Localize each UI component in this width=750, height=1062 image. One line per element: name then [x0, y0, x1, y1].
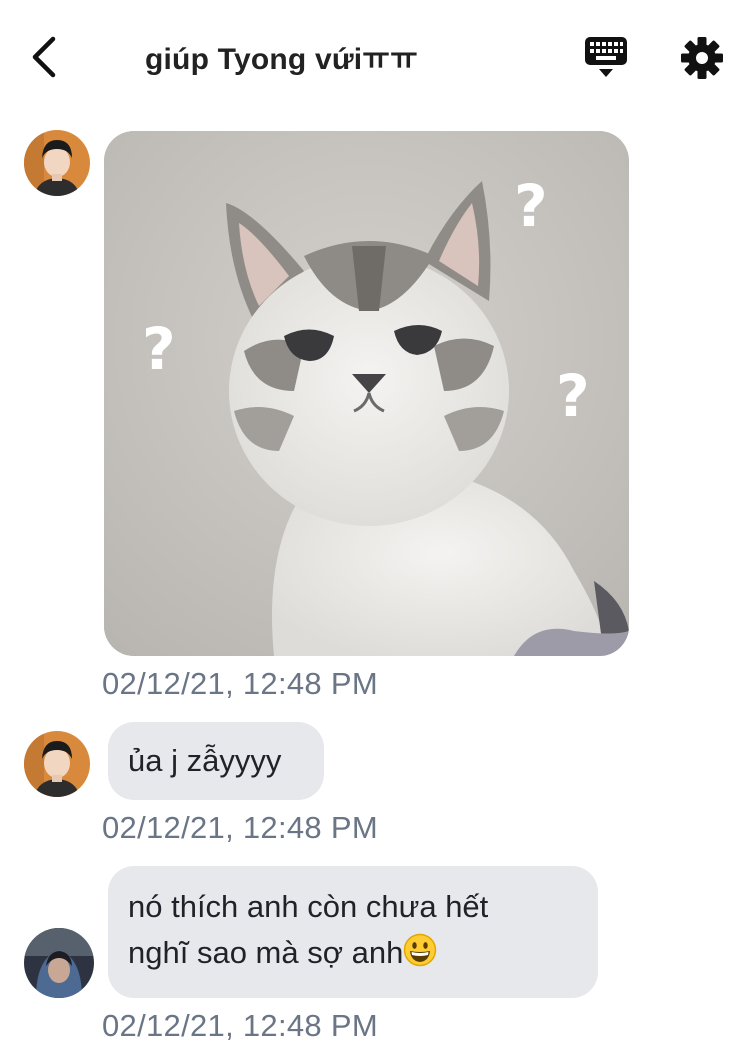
image-message[interactable]: ? ? ?: [104, 131, 629, 656]
message-text: ủa j zẫyyyy: [128, 743, 282, 778]
chat-title: giúp Tyong vứiㅠㅠ: [145, 43, 418, 76]
keyboard-button[interactable]: [582, 34, 630, 80]
message-timestamp: 02/12/21, 12:48 PM: [102, 1008, 378, 1043]
message-text-line-1: nó thích anh còn chưa hết: [128, 889, 489, 924]
message-text-line-2-text: nghĩ sao mà sợ anh: [128, 935, 404, 970]
message-bubble[interactable]: nó thích anh còn chưa hết nghĩ sao mà sợ…: [108, 866, 598, 998]
sender-avatar[interactable]: [24, 731, 90, 797]
chat-header: giúp Tyong vứiㅠㅠ: [0, 0, 750, 110]
svg-text:?: ?: [556, 362, 590, 430]
chevron-left-icon: [32, 36, 56, 78]
sender-avatar[interactable]: [24, 130, 90, 196]
settings-button[interactable]: [680, 36, 724, 80]
chat-screen: giúp Tyong vứiㅠㅠ ? ? ? 02/12/21, 12:48 P…: [0, 0, 750, 1062]
message-text-line-2: nghĩ sao mà sợ anh: [128, 930, 437, 980]
back-button[interactable]: [22, 30, 66, 84]
keyboard-icon: [585, 37, 627, 77]
sender-avatar[interactable]: [24, 928, 94, 998]
message-timestamp: 02/12/21, 12:48 PM: [102, 810, 378, 845]
message-timestamp: 02/12/21, 12:48 PM: [102, 666, 378, 701]
svg-text:?: ?: [514, 172, 548, 240]
gear-icon: [681, 37, 723, 79]
message-bubble[interactable]: ủa j zẫyyyy: [108, 722, 324, 800]
grinning-face-emoji: [403, 933, 437, 980]
cat-photo: ? ? ?: [104, 131, 629, 656]
svg-text:?: ?: [142, 315, 176, 383]
